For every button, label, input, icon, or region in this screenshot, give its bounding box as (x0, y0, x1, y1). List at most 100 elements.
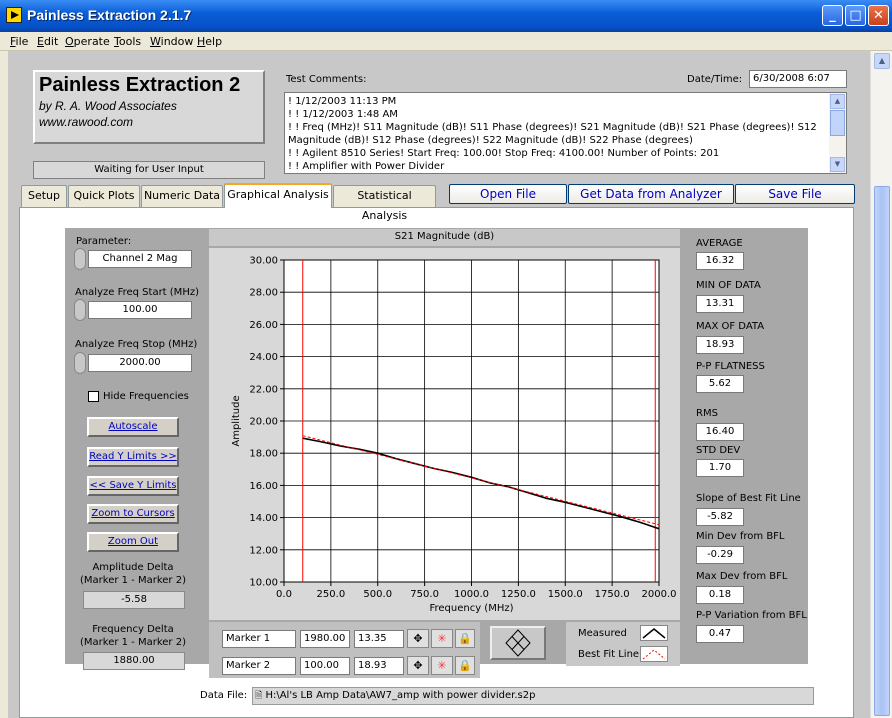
tab-numeric-data[interactable]: Numeric Data (141, 185, 223, 207)
y-tick-label: 14.00 (249, 513, 278, 524)
stat-value: 0.18 (696, 586, 744, 604)
y-tick-label: 20.00 (249, 417, 278, 428)
lock-icon[interactable]: 🔒 (455, 629, 475, 648)
frequency-delta-value: 1880.00 (83, 652, 185, 670)
marker-2-name[interactable]: Marker 2 (222, 657, 296, 675)
menu-window[interactable]: Window (150, 35, 193, 48)
comment-line: Magnitude (dB)! S12 Phase (degrees)! S22… (288, 135, 693, 146)
x-axis-label: Frequency (MHz) (429, 603, 513, 614)
save-y-limits-button[interactable]: << Save Y Limits (87, 476, 179, 496)
tab-setup[interactable]: Setup (21, 185, 67, 207)
logo-website: www.rawood.com (39, 115, 134, 129)
stat-label: P-P FLATNESS (696, 361, 765, 372)
window-title: Painless Extraction 2.1.7 (27, 7, 192, 23)
x-tick-label: 500.0 (363, 589, 392, 600)
frequency-delta-label: Frequency Delta (92, 624, 174, 635)
legend-bestfit-label: Best Fit Line (578, 649, 640, 660)
tab-graphical-analysis[interactable]: Graphical Analysis (224, 183, 332, 208)
stat-label: Max Dev from BFL (696, 571, 788, 582)
scroll-thumb[interactable] (874, 186, 890, 716)
tab-statistical-analysis[interactable]: Statistical Analysis (333, 185, 436, 222)
maximize-button[interactable]: □ (845, 5, 866, 26)
app-icon[interactable] (6, 7, 22, 23)
stat-label: MAX OF DATA (696, 321, 765, 332)
scroll-up-arrow-icon[interactable]: ▲ (830, 94, 845, 109)
parameter-spinner[interactable] (74, 248, 86, 270)
datafile-path-text: H:\Al's LB Amp Data\AW7_amp with power d… (265, 690, 536, 701)
x-tick-label: 1000.0 (454, 589, 489, 600)
y-tick-label: 18.00 (249, 449, 278, 460)
lock-icon[interactable]: 🔒 (455, 656, 475, 675)
y-tick-label: 26.00 (249, 320, 278, 331)
amplitude-delta-value: -5.58 (83, 591, 185, 609)
frequency-delta-sublabel: (Marker 1 - Marker 2) (80, 637, 186, 648)
menu-edit[interactable]: Edit (37, 35, 58, 48)
parameter-select[interactable]: Channel 2 Mag (88, 250, 192, 268)
comments-textarea[interactable]: ! 1/12/2003 11:13 PM ! ! 1/12/2003 1:48 … (284, 92, 847, 174)
datafile-path[interactable]: 🗎 H:\Al's LB Amp Data\AW7_amp with power… (252, 687, 814, 705)
crosshair-icon[interactable]: ✳ (431, 656, 453, 675)
marker-2-amp[interactable]: 18.93 (354, 657, 404, 675)
scroll-thumb[interactable] (830, 110, 845, 136)
minimize-button[interactable]: _ (822, 5, 843, 26)
graph-area[interactable]: 10.00 12.00 14.00 16.00 18.00 20.00 22.00 24.00… (209, 248, 680, 620)
menu-tools[interactable]: Tools (114, 35, 141, 48)
stat-value: 1.70 (696, 459, 744, 477)
autoscale-button[interactable]: Autoscale (87, 417, 179, 437)
amplitude-delta-label: Amplitude Delta (92, 562, 174, 573)
comments-label: Test Comments: (286, 74, 367, 85)
legend-measured-swatch (640, 625, 668, 641)
y-tick-label: 28.00 (249, 288, 278, 299)
diamond-arrows-icon (505, 629, 531, 657)
status-indicator: Waiting for User Input (33, 161, 265, 179)
datafile-label: Data File: (200, 690, 248, 701)
menu-help[interactable]: Help (197, 35, 222, 48)
window-scrollbar[interactable]: ▲ (870, 51, 892, 718)
comment-line: ! 1/12/2003 11:13 PM (288, 96, 397, 107)
legend-measured-label: Measured (578, 628, 627, 639)
get-data-button[interactable]: Get Data from Analyzer (568, 184, 734, 204)
stats-column: AVERAGE 16.32 MIN OF DATA 13.31 MAX OF D… (684, 228, 808, 664)
tab-quick-plots[interactable]: Quick Plots (68, 185, 140, 207)
datetime-field: 6/30/2008 6:07 (749, 70, 847, 88)
zoom-to-cursors-button[interactable]: Zoom to Cursors (87, 504, 179, 524)
start-freq-input[interactable]: 100.00 (88, 301, 192, 319)
start-freq-label: Analyze Freq Start (MHz) (75, 287, 199, 298)
close-button[interactable]: ✕ (868, 5, 889, 26)
move-cursor-icon[interactable]: ✥ (407, 656, 429, 675)
stat-label: Min Dev from BFL (696, 531, 785, 542)
y-tick-label: 10.00 (249, 578, 278, 589)
scroll-down-arrow-icon[interactable]: ▼ (830, 157, 845, 172)
logo-box: Painless Extraction 2 by R. A. Wood Asso… (33, 70, 265, 144)
scroll-up-arrow-icon[interactable]: ▲ (874, 53, 890, 69)
open-file-button[interactable]: Open File (449, 184, 567, 204)
marker-1-name[interactable]: Marker 1 (222, 630, 296, 648)
comments-scrollbar[interactable]: ▲ ▼ (829, 93, 846, 173)
title-bar: Painless Extraction 2.1.7 _ □ ✕ (0, 0, 892, 32)
stat-label: MIN OF DATA (696, 280, 761, 291)
stat-label: AVERAGE (696, 238, 743, 249)
plot-legend: Measured Best Fit Line (566, 622, 680, 666)
cursor-movement-pad[interactable] (490, 626, 546, 660)
read-y-limits-button[interactable]: Read Y Limits >> (87, 447, 179, 467)
zoom-out-button[interactable]: Zoom Out (87, 532, 179, 552)
graph-title: S21 Magnitude (dB) (209, 229, 680, 246)
marker-1-amp[interactable]: 13.35 (354, 630, 404, 648)
menu-file[interactable]: File (10, 35, 28, 48)
x-tick-label: 1500.0 (548, 589, 583, 600)
start-freq-spinner[interactable] (74, 299, 86, 321)
marker-1-freq[interactable]: 1980.00 (300, 630, 350, 648)
marker-2-freq[interactable]: 100.00 (300, 657, 350, 675)
y-tick-label: 30.00 (249, 256, 278, 267)
y-tick-label: 16.00 (249, 481, 278, 492)
stop-freq-spinner[interactable] (74, 352, 86, 374)
stop-freq-input[interactable]: 2000.00 (88, 354, 192, 372)
stat-label: Slope of Best Fit Line (696, 493, 801, 504)
move-cursor-icon[interactable]: ✥ (407, 629, 429, 648)
save-file-button[interactable]: Save File (735, 184, 855, 204)
crosshair-icon[interactable]: ✳ (431, 629, 453, 648)
menu-operate[interactable]: Operate (65, 35, 110, 48)
hide-frequencies-checkbox[interactable] (88, 391, 99, 402)
chart-svg[interactable]: 10.00 12.00 14.00 16.00 18.00 20.00 22.00 24.00… (209, 248, 680, 620)
stat-value: 0.47 (696, 625, 744, 643)
